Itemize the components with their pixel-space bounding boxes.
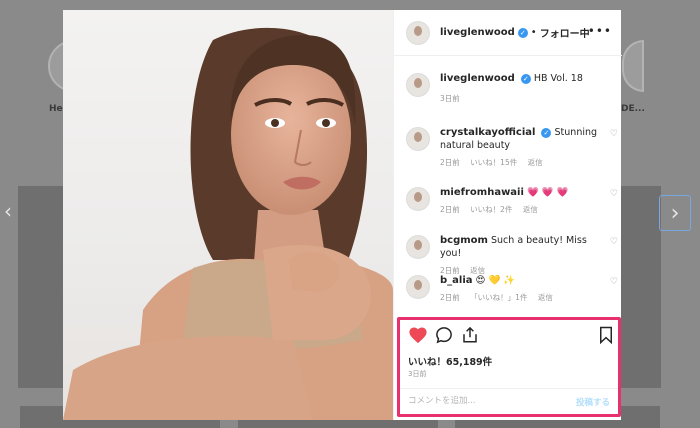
verified-badge-icon: ✓ [541, 127, 552, 138]
likes-count[interactable]: いいね！65,189件 [408, 354, 492, 368]
grid-tile-left[interactable] [18, 186, 63, 388]
comment-meta: 2日前 いいね！2件 返信 [440, 204, 600, 215]
comment-text: miefromhawaii 💗 💗 💗 [440, 186, 600, 199]
header-username[interactable]: liveglenwood [440, 27, 515, 38]
post-date: 3日前 [408, 370, 427, 378]
avatar[interactable] [406, 235, 430, 259]
comment-username[interactable]: bcgmom [440, 235, 488, 246]
share-icon[interactable] [461, 326, 479, 344]
post-modal: liveglenwood ✓ • フォロー中 ••• liveglenwood … [63, 10, 622, 420]
like-comment-icon[interactable]: ♡ [610, 277, 618, 287]
reply-button[interactable]: 返信 [523, 205, 538, 214]
like-comment-icon[interactable]: ♡ [610, 189, 618, 199]
avatar[interactable] [406, 20, 430, 45]
caption-time: 3日前 [440, 94, 460, 103]
comment-meta: 2日前 いいね！15件 返信 [440, 157, 600, 168]
comment-item: bcgmom Such a beauty! Miss you! 2日前 返信 ♡ [406, 234, 618, 276]
comment-text: bcgmom Such a beauty! Miss you! [440, 234, 600, 260]
comment-username[interactable]: b_alia [440, 275, 473, 286]
add-comment-bar: 投稿する [400, 388, 618, 414]
reply-button[interactable]: 返信 [538, 293, 553, 302]
comment-likes[interactable]: いいね！15件 [470, 158, 517, 167]
story-highlight-label: DE... [621, 104, 645, 114]
follow-status-button[interactable]: フォロー中 [540, 25, 590, 40]
more-options-icon[interactable]: ••• [588, 24, 612, 38]
comment-input[interactable] [408, 396, 558, 406]
post-photo[interactable] [63, 10, 393, 420]
comment-username[interactable]: crystalkayofficial [440, 127, 535, 138]
avatar[interactable] [406, 187, 430, 211]
comment-time: 2日前 [440, 205, 460, 214]
reply-button[interactable]: 返信 [528, 158, 543, 167]
story-highlight-label: He [49, 104, 63, 114]
post-comment-button[interactable]: 投稿する [576, 396, 610, 408]
caption: liveglenwood ✓ HB Vol. 18 3日前 [406, 72, 616, 104]
portrait-image [63, 27, 393, 420]
chevron-right-icon: › [670, 200, 680, 226]
story-highlight-right[interactable] [622, 40, 644, 92]
caption-body: HB Vol. 18 [533, 73, 583, 84]
comment-likes[interactable]: 「いいね！」1件 [470, 293, 527, 302]
grid-tile-right[interactable] [621, 186, 661, 388]
avatar[interactable] [406, 127, 430, 151]
comment-likes[interactable]: いいね！2件 [470, 205, 512, 214]
comment-body: 💗 💗 💗 [526, 187, 569, 198]
comment-body: 😍 💛 ✨ [475, 275, 516, 286]
comment-item: crystalkayofficial ✓ Stunning natural be… [406, 126, 618, 168]
action-icons [408, 326, 614, 348]
avatar[interactable] [406, 275, 430, 299]
separator-dot: • [530, 27, 537, 38]
next-post-arrow[interactable]: › [659, 195, 691, 231]
comment-icon[interactable] [435, 326, 453, 344]
caption-text: liveglenwood ✓ HB Vol. 18 [440, 72, 600, 85]
comment-item: b_alia 😍 💛 ✨ 2日前 「いいね！」1件 返信 ♡ [406, 274, 618, 303]
comment-time: 2日前 [440, 158, 460, 167]
previous-post-arrow[interactable]: ‹ [4, 201, 12, 221]
like-comment-icon[interactable]: ♡ [610, 129, 618, 139]
like-comment-icon[interactable]: ♡ [610, 237, 618, 247]
verified-badge-icon: ✓ [520, 73, 531, 84]
verified-badge-icon: ✓ [517, 27, 528, 38]
post-header: liveglenwood ✓ • フォロー中 ••• [394, 10, 622, 56]
avatar[interactable] [406, 73, 430, 97]
comments-panel: liveglenwood ✓ • フォロー中 ••• liveglenwood … [393, 10, 622, 420]
comment-item: miefromhawaii 💗 💗 💗 2日前 いいね！2件 返信 ♡ [406, 186, 618, 215]
comment-time: 2日前 [440, 293, 460, 302]
post-actions-highlight: いいね！65,189件 3日前 投稿する [397, 317, 621, 417]
heart-filled-icon[interactable] [408, 326, 428, 344]
caption-username[interactable]: liveglenwood [440, 73, 515, 84]
comment-meta: 2日前 「いいね！」1件 返信 [440, 292, 600, 303]
bookmark-icon[interactable] [598, 326, 614, 344]
comment-text: b_alia 😍 💛 ✨ [440, 274, 600, 287]
comment-username[interactable]: miefromhawaii [440, 187, 524, 198]
comment-text: crystalkayofficial ✓ Stunning natural be… [440, 126, 600, 152]
